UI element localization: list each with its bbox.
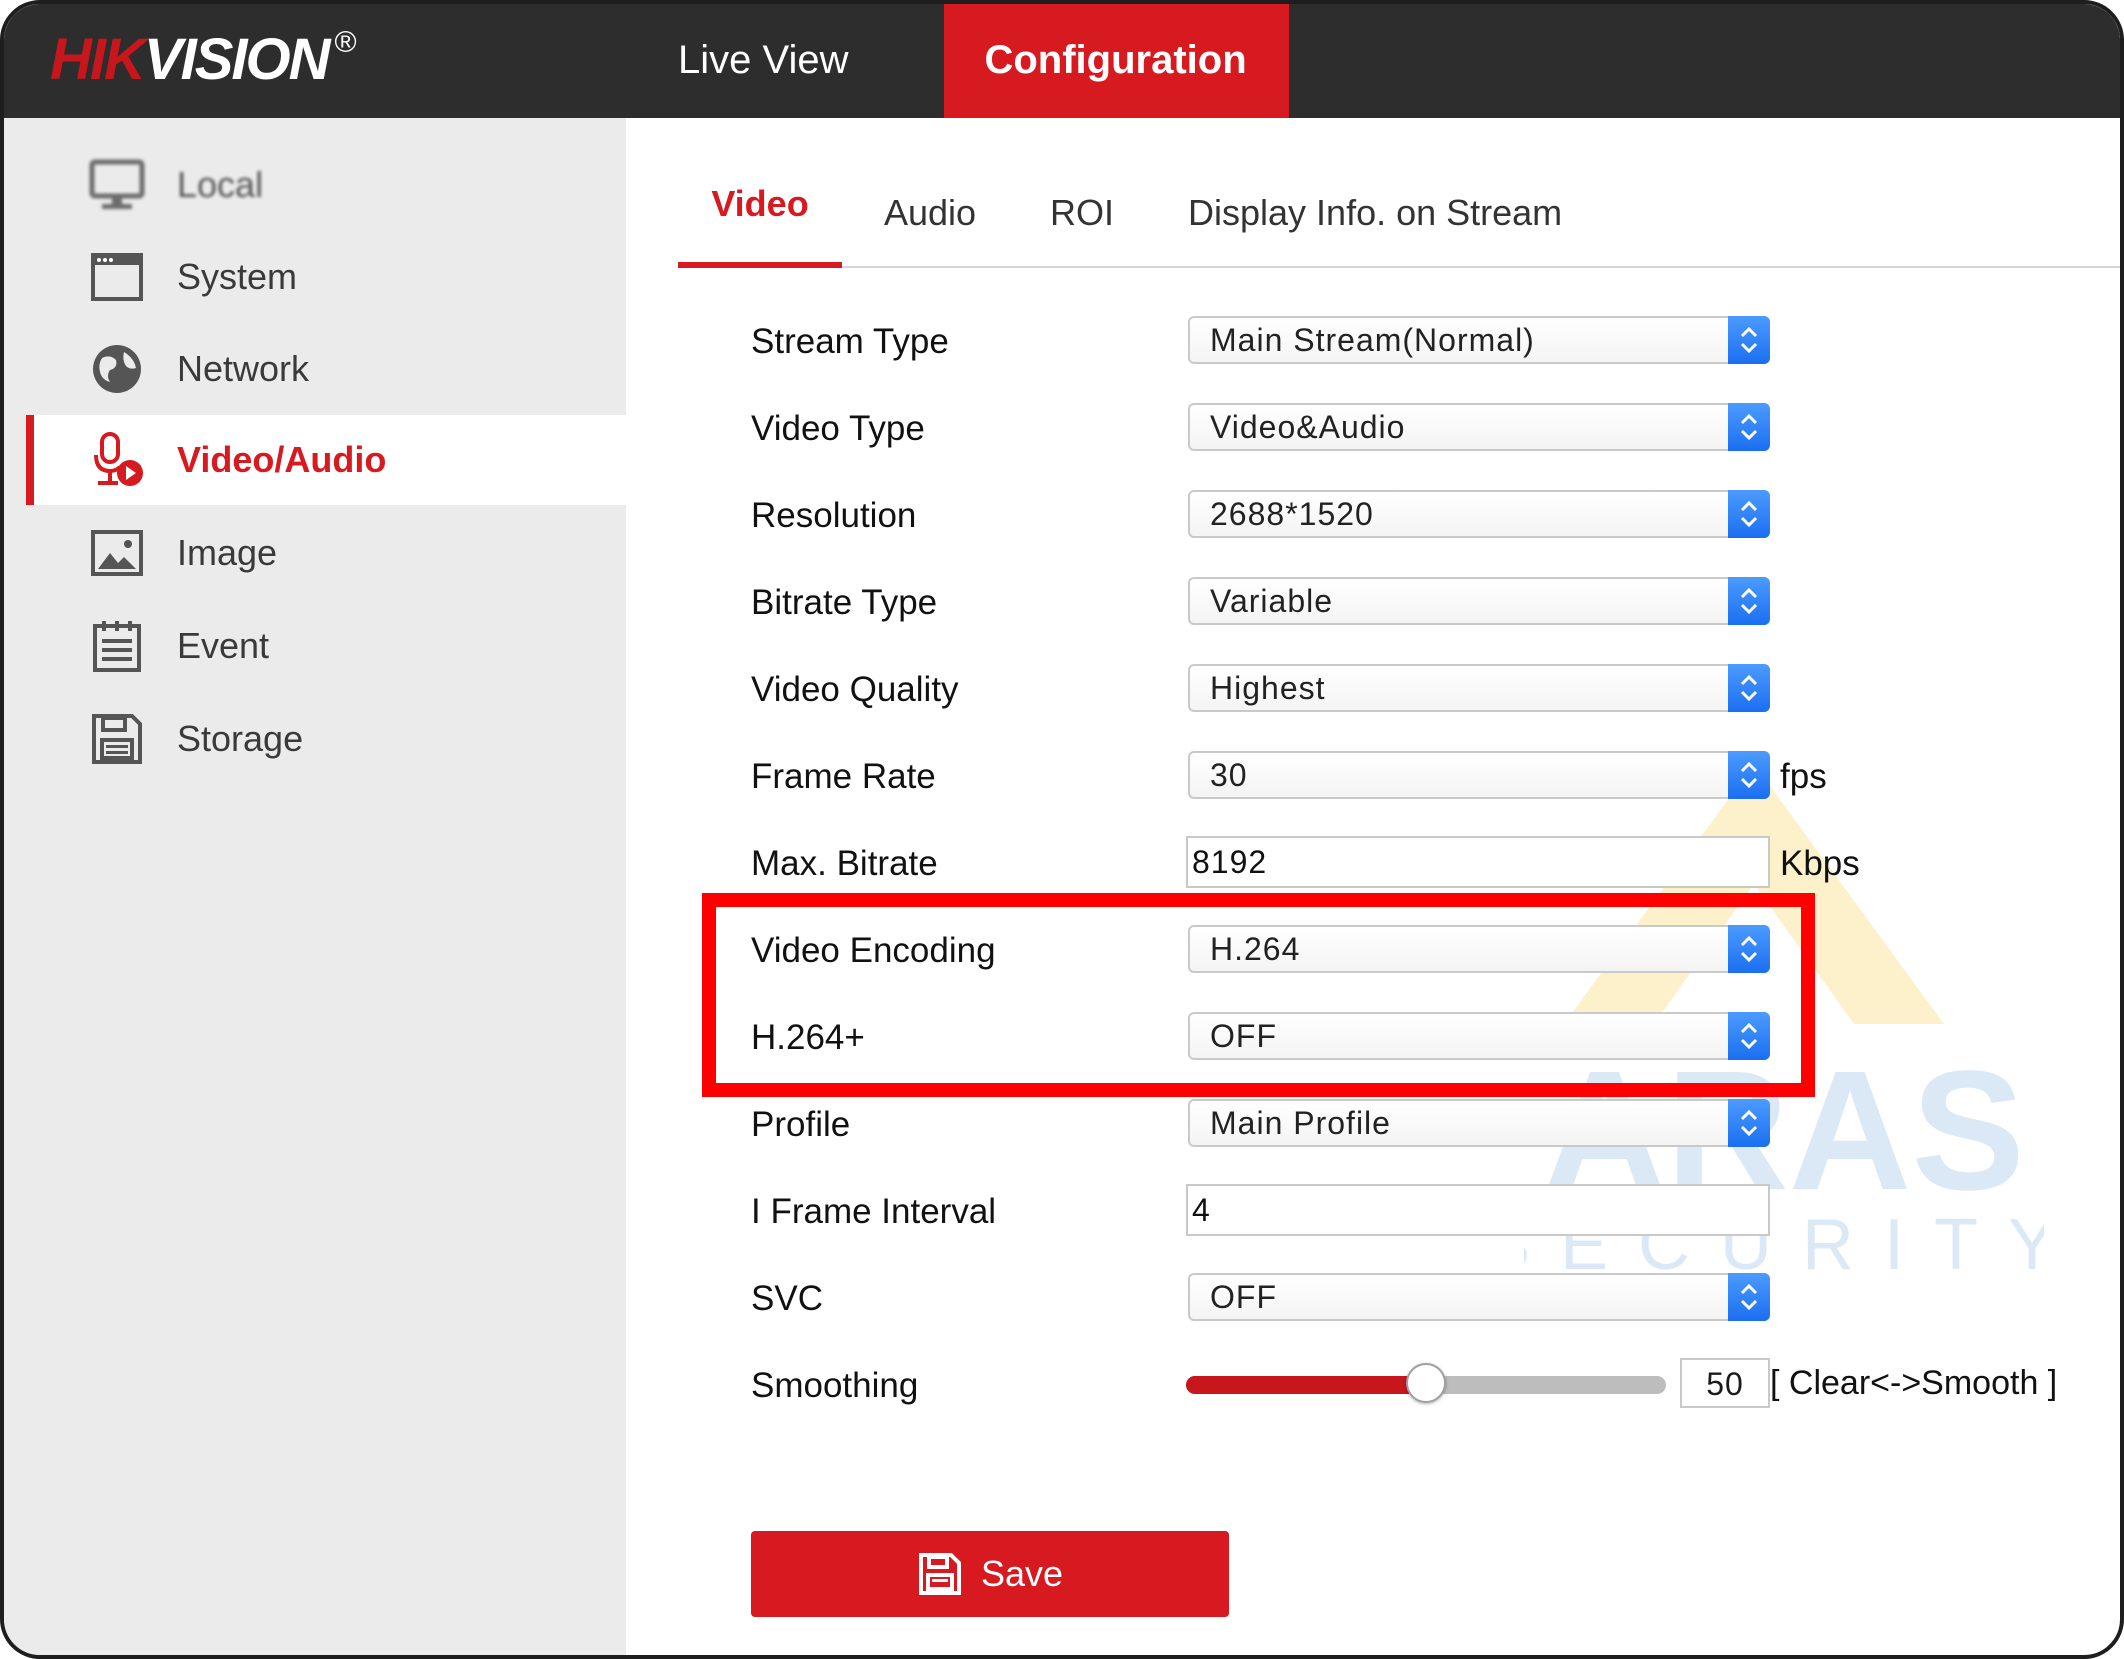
smoothing-hint: [ Clear<->Smooth ] xyxy=(1770,1364,2058,1402)
stream-type-label: Stream Type xyxy=(751,322,949,361)
sidebar-item-label: Image xyxy=(177,532,278,573)
smoothing-slider[interactable] xyxy=(1186,1363,1666,1403)
picture-icon xyxy=(91,530,143,576)
video-type-select[interactable]: Video&Audio xyxy=(1188,403,1770,451)
frame-rate-value: 30 xyxy=(1210,757,1248,793)
profile-label: Profile xyxy=(751,1105,851,1144)
top-nav: Live View Configuration xyxy=(634,4,1289,118)
stream-type-value: Main Stream(Normal) xyxy=(1210,322,1535,358)
resolution-select[interactable]: 2688*1520 xyxy=(1188,490,1770,538)
stream-type-select[interactable]: Main Stream(Normal) xyxy=(1188,316,1770,364)
sidebar-item-label: System xyxy=(177,256,298,297)
sidebar-item-label: Event xyxy=(177,625,270,666)
max-bitrate-value: 8192 xyxy=(1192,844,1268,880)
tab-bar: Video Audio ROI Display Info. on Stream xyxy=(678,154,2120,268)
svc-label: SVC xyxy=(751,1279,823,1318)
select-arrows-icon xyxy=(1728,664,1770,712)
select-arrows-icon xyxy=(1728,577,1770,625)
sidebar-item-local[interactable]: Local xyxy=(26,140,626,230)
sidebar-item-label: Storage xyxy=(177,718,304,759)
nav-configuration[interactable]: Configuration xyxy=(944,4,1289,118)
smoothing-label: Smoothing xyxy=(751,1366,919,1405)
sidebar-item-label: Network xyxy=(177,348,310,389)
sidebar-item-event[interactable]: Event xyxy=(26,601,626,691)
bitrate-type-value: Variable xyxy=(1210,583,1334,619)
floppy-disk-icon xyxy=(918,1553,961,1595)
profile-select[interactable]: Main Profile xyxy=(1188,1099,1770,1147)
i-frame-interval-label: I Frame Interval xyxy=(751,1192,997,1231)
i-frame-interval-input[interactable]: 4 xyxy=(1186,1184,1770,1236)
max-bitrate-unit: Kbps xyxy=(1780,844,1860,883)
smoothing-slider-thumb[interactable] xyxy=(1406,1363,1446,1403)
select-arrows-icon xyxy=(1728,490,1770,538)
video-quality-label: Video Quality xyxy=(751,670,959,709)
sidebar-item-video-audio[interactable]: Video/Audio xyxy=(26,415,626,505)
smoothing-value-box[interactable]: 50 xyxy=(1680,1358,1770,1408)
tab-video[interactable]: Video xyxy=(678,154,842,268)
sidebar-item-system[interactable]: System xyxy=(26,232,626,322)
select-arrows-icon xyxy=(1728,1273,1770,1321)
sidebar-item-label: Video/Audio xyxy=(177,439,387,480)
sidebar-item-storage[interactable]: Storage xyxy=(26,694,626,784)
save-button-label: Save xyxy=(980,1553,1064,1594)
sidebar-item-label: Local xyxy=(177,164,264,205)
resolution-value: 2688*1520 xyxy=(1210,496,1374,532)
smoothing-slider-fill xyxy=(1186,1376,1426,1394)
microphone-play-icon xyxy=(94,432,143,486)
video-type-value: Video&Audio xyxy=(1210,409,1406,445)
app-window: HIKVISION ® Live View Configuration Local… xyxy=(0,0,2124,1659)
bitrate-type-select[interactable]: Variable xyxy=(1188,577,1770,625)
red-highlight-box xyxy=(702,893,1815,1097)
select-arrows-icon xyxy=(1728,1099,1770,1147)
select-arrows-icon xyxy=(1728,751,1770,799)
resolution-label: Resolution xyxy=(751,496,917,535)
save-button[interactable]: Save xyxy=(751,1531,1229,1617)
frame-rate-label: Frame Rate xyxy=(751,757,936,796)
frame-rate-select[interactable]: 30 xyxy=(1188,751,1770,799)
tab-audio[interactable]: Audio xyxy=(884,158,976,268)
i-frame-interval-value: 4 xyxy=(1192,1192,1211,1228)
sidebar-item-network[interactable]: Network xyxy=(26,324,626,414)
video-type-label: Video Type xyxy=(751,409,925,448)
tab-roi[interactable]: ROI xyxy=(1050,158,1114,268)
monitor-icon xyxy=(89,159,145,209)
logo-text-hik: HIK xyxy=(50,27,146,92)
tab-display-info-on-stream[interactable]: Display Info. on Stream xyxy=(1188,158,1562,268)
floppy-disk-icon xyxy=(92,714,142,764)
select-arrows-icon xyxy=(1728,403,1770,451)
bitrate-type-label: Bitrate Type xyxy=(751,583,938,622)
sidebar: Local System Network Video/Audio Image E… xyxy=(4,118,626,1655)
svc-select[interactable]: OFF xyxy=(1188,1273,1770,1321)
calendar-list-icon xyxy=(93,621,141,672)
max-bitrate-label: Max. Bitrate xyxy=(751,844,938,883)
frame-rate-unit: fps xyxy=(1780,757,1827,796)
top-bar: HIKVISION ® Live View Configuration xyxy=(4,4,2120,118)
hikvision-logo: HIKVISION ® xyxy=(50,26,357,93)
video-quality-value: Highest xyxy=(1210,670,1326,706)
svc-value: OFF xyxy=(1210,1279,1277,1315)
logo-text-vision: VISION xyxy=(143,27,331,92)
nav-live-view[interactable]: Live View xyxy=(634,4,892,118)
sidebar-item-image[interactable]: Image xyxy=(26,508,626,598)
select-arrows-icon xyxy=(1728,316,1770,364)
profile-value: Main Profile xyxy=(1210,1105,1391,1141)
globe-icon xyxy=(93,345,141,393)
video-quality-select[interactable]: Highest xyxy=(1188,664,1770,712)
max-bitrate-input[interactable]: 8192 xyxy=(1186,836,1770,888)
window-icon xyxy=(91,253,143,301)
registered-mark: ® xyxy=(334,26,357,59)
